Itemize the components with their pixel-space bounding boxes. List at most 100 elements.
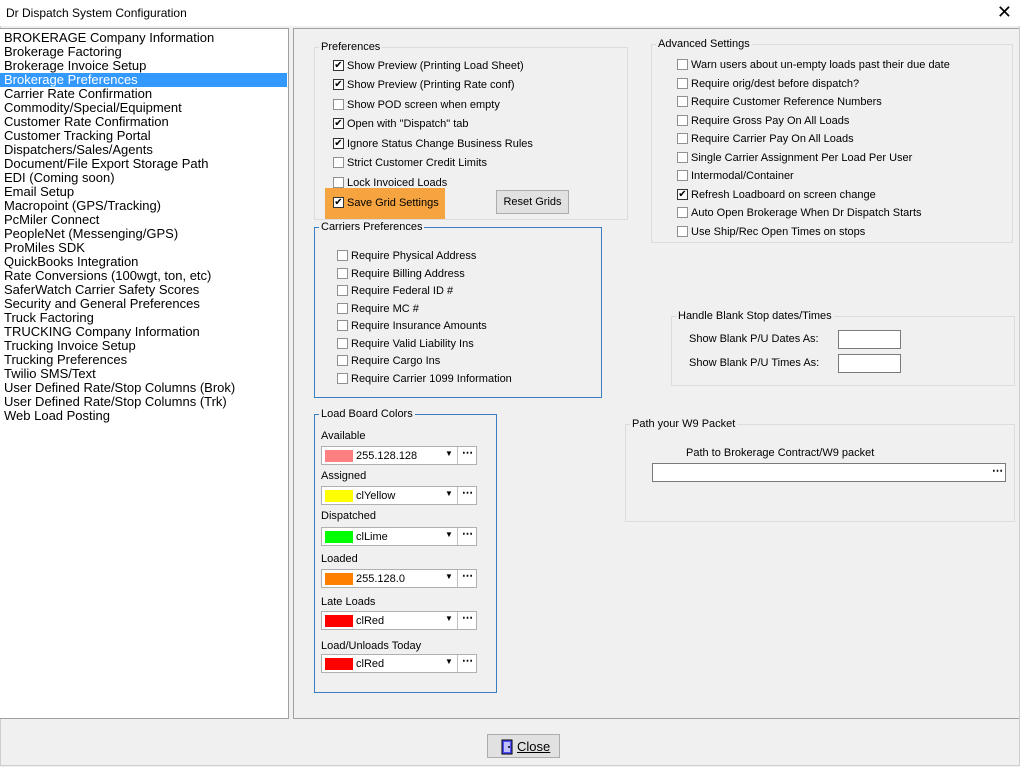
option-label: Ignore Status Change Business Rules [347,138,533,150]
chevron-down-icon[interactable]: ▼ [445,530,453,539]
unchecked-box-icon[interactable] [333,177,344,188]
ellipsis-icon[interactable]: ⋯ [457,528,477,545]
option-label: Require Customer Reference Numbers [691,96,882,108]
color-swatch [325,450,353,462]
checked-box-icon[interactable]: ✔ [677,188,688,200]
option-label: Show Preview (Printing Rate conf) [347,79,515,91]
nav-item[interactable]: Carrier Rate Confirmation [0,87,287,101]
nav-item[interactable]: EDI (Coming soon) [0,171,287,185]
nav-item[interactable]: Trucking Preferences [0,353,287,367]
nav-item[interactable]: Web Load Posting [0,409,287,423]
w9-path-label: Path to Brokerage Contract/W9 packet [686,447,875,459]
nav-item[interactable]: Dispatchers/Sales/Agents [0,143,287,157]
color-row-label: Available [321,430,366,442]
checked-box-icon[interactable]: ✔ [333,60,344,71]
reset-grids-button[interactable]: Reset Grids [496,190,569,214]
color-combobox[interactable]: 255.128.0 ▼ ⋯ [321,569,477,588]
ellipsis-icon[interactable]: ⋯ [457,570,477,587]
checked-box-icon[interactable]: ✔ [333,138,344,149]
checked-box-icon[interactable]: ✔ [333,79,344,90]
preferences-caption: Preferences [319,40,383,54]
color-value: 255.128.128 [356,450,418,462]
pu-times-label: Show Blank P/U Times As: [689,357,820,369]
config-section-list[interactable]: BROKERAGE Company Information Brokerage F… [0,28,289,719]
option-label: Lock Invoiced Loads [347,177,448,189]
unchecked-box-icon[interactable] [337,302,348,314]
nav-item[interactable]: Security and General Preferences [0,297,287,311]
browse-ellipsis-icon[interactable]: ⋯ [992,464,1003,477]
w9-path-input[interactable]: ⋯ [652,463,1006,482]
chevron-down-icon[interactable]: ▼ [445,657,453,666]
unchecked-box-icon[interactable] [337,355,348,366]
nav-item[interactable]: Brokerage Invoice Setup [0,59,287,73]
option-label: Require Insurance Amounts [351,320,487,332]
advanced-settings-group: Advanced Settings Warn users about un-em… [651,37,1013,243]
unchecked-box-icon[interactable] [337,267,348,279]
unchecked-box-icon[interactable] [337,320,348,331]
nav-item[interactable]: User Defined Rate/Stop Columns (Brok) [0,381,287,395]
nav-item[interactable]: TRUCKING Company Information [0,325,287,339]
ellipsis-icon[interactable]: ⋯ [457,487,477,504]
unchecked-box-icon[interactable] [677,170,688,181]
nav-item[interactable]: Twilio SMS/Text [0,367,287,381]
unchecked-box-icon[interactable] [677,59,688,70]
chevron-down-icon[interactable]: ▼ [445,614,453,623]
nav-item[interactable]: BROKERAGE Company Information [0,31,287,45]
close-button-label: Close [517,739,551,754]
nav-item[interactable]: PcMiler Connect [0,213,287,227]
close-window-icon[interactable]: ✕ [997,3,1012,21]
nav-item[interactable]: User Defined Rate/Stop Columns (Trk) [0,395,287,409]
nav-item[interactable]: Customer Tracking Portal [0,129,287,143]
color-combobox[interactable]: clLime ▼ ⋯ [321,527,477,546]
unchecked-box-icon[interactable] [677,225,688,237]
nav-item[interactable]: Brokerage Preferences [0,73,287,87]
checked-box-icon[interactable]: ✔ [333,197,344,208]
nav-item[interactable]: Rate Conversions (100wgt, ton, etc) [0,269,287,283]
chevron-down-icon[interactable]: ▼ [445,489,453,498]
ellipsis-icon[interactable]: ⋯ [457,612,477,629]
unchecked-box-icon[interactable] [677,133,688,144]
chevron-down-icon[interactable]: ▼ [445,572,453,581]
nav-item[interactable]: QuickBooks Integration [0,255,287,269]
color-combobox[interactable]: 255.128.128 ▼ ⋯ [321,446,477,465]
color-combobox[interactable]: clRed ▼ ⋯ [321,654,477,673]
nav-item[interactable]: Document/File Export Storage Path [0,157,287,171]
carriers-caption: Carriers Preferences [319,220,425,234]
unchecked-box-icon[interactable] [333,99,344,110]
pu-dates-input[interactable] [838,330,901,349]
unchecked-box-icon[interactable] [337,372,348,384]
nav-item[interactable]: Trucking Invoice Setup [0,339,287,353]
color-combobox[interactable]: clRed ▼ ⋯ [321,611,477,630]
unchecked-box-icon[interactable] [337,250,348,261]
nav-item[interactable]: Customer Rate Confirmation [0,115,287,129]
unchecked-box-icon[interactable] [677,96,688,107]
nav-item[interactable]: Brokerage Factoring [0,45,287,59]
ellipsis-icon[interactable]: ⋯ [457,655,477,672]
unchecked-box-icon[interactable] [677,207,688,218]
unchecked-box-icon[interactable] [337,285,348,296]
w9-packet-group: Path your W9 Packet Path to Brokerage Co… [625,417,1015,522]
nav-item[interactable]: Email Setup [0,185,287,199]
unchecked-box-icon[interactable] [677,77,688,89]
nav-item[interactable]: Commodity/Special/Equipment [0,101,287,115]
nav-item[interactable]: SaferWatch Carrier Safety Scores [0,283,287,297]
close-button[interactable]: Close [487,734,560,758]
chevron-down-icon[interactable]: ▼ [445,449,453,458]
option-label: Open with "Dispatch" tab [347,118,469,130]
nav-item[interactable]: Macropoint (GPS/Tracking) [0,199,287,213]
ellipsis-icon[interactable]: ⋯ [457,447,477,464]
unchecked-box-icon[interactable] [677,114,688,126]
nav-item[interactable]: Truck Factoring [0,311,287,325]
unchecked-box-icon[interactable] [677,151,688,163]
nav-item[interactable]: PeopleNet (Messenging/GPS) [0,227,287,241]
unchecked-box-icon[interactable] [337,337,348,349]
pu-times-input[interactable] [838,354,901,373]
checked-box-icon[interactable]: ✔ [333,118,344,129]
blank-stop-group: Handle Blank Stop dates/Times Show Blank… [671,309,1015,386]
blank-stop-caption: Handle Blank Stop dates/Times [676,309,834,323]
unchecked-box-icon[interactable] [333,157,344,168]
color-combobox[interactable]: clYellow ▼ ⋯ [321,486,477,505]
option-label: Require Valid Liability Ins [351,337,474,350]
option-label: Save Grid Settings [347,197,439,209]
nav-item[interactable]: ProMiles SDK [0,241,287,255]
